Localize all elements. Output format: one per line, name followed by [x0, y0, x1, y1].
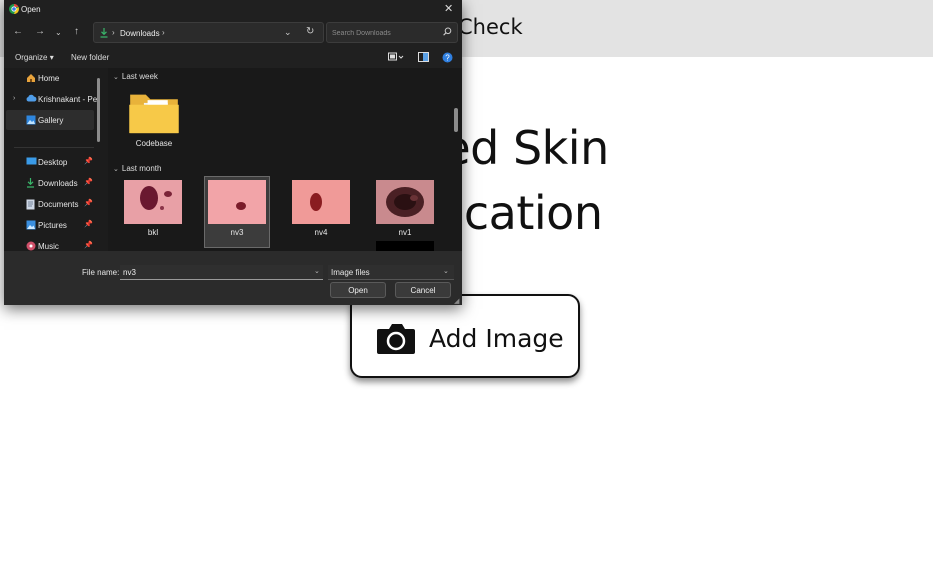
chevron-down-icon: ⌄: [443, 268, 449, 275]
up-arrow-icon[interactable]: ↑: [74, 26, 79, 37]
chrome-app-icon: [9, 4, 19, 14]
address-dropdown-chevron-icon[interactable]: ⌄: [284, 27, 292, 38]
dialog-footer: File name: ⌄ Image files ⌄ Open Cancel ◢: [4, 251, 462, 305]
file-name-label: nv4: [314, 228, 328, 237]
file-name-label: bkl: [147, 228, 159, 237]
pin-icon: 📌: [84, 200, 93, 207]
skin-lesion-thumbnail: [292, 180, 350, 224]
expand-chevron-icon[interactable]: ›: [13, 95, 15, 102]
navigation-pane: Home › Krishnakant - Pe Gallery Desktop …: [4, 68, 108, 251]
sidebar-item-onedrive[interactable]: › Krishnakant - Pe: [4, 89, 98, 109]
sidebar-item-documents[interactable]: Documents 📌: [4, 194, 94, 214]
sidebar-item-downloads[interactable]: Downloads 📌: [4, 173, 94, 193]
cloud-icon: [26, 94, 37, 102]
file-name-label: File name:: [82, 268, 120, 277]
help-icon[interactable]: ?: [442, 52, 453, 65]
skin-lesion-thumbnail: [376, 180, 434, 224]
pin-icon: 📌: [84, 221, 93, 228]
group-header-last-month[interactable]: ⌄ Last month: [113, 164, 161, 173]
preview-pane-icon[interactable]: [418, 52, 429, 64]
recent-locations-chevron-icon[interactable]: ⌄: [55, 28, 62, 37]
add-image-label: Add Image: [429, 324, 564, 353]
sidebar-item-label: Home: [38, 74, 60, 83]
search-input[interactable]: [330, 26, 444, 41]
refresh-icon[interactable]: ↻: [306, 26, 314, 37]
file-item-nv1[interactable]: nv1: [373, 177, 437, 247]
file-list-view: ⌄ Last week Codebase ⌄ Last month bkl nv…: [108, 68, 462, 251]
sidebar-item-label: Desktop: [38, 158, 68, 167]
music-icon: [26, 241, 36, 251]
search-box[interactable]: [326, 22, 458, 43]
cancel-button[interactable]: Cancel: [395, 282, 451, 298]
breadcrumb-chevron-icon: ›: [162, 28, 165, 37]
new-folder-button[interactable]: New folder: [71, 53, 109, 62]
file-item-nv3[interactable]: nv3: [204, 176, 270, 248]
dialog-title: Open: [21, 5, 41, 14]
add-image-button[interactable]: Add Image: [350, 294, 580, 378]
pin-icon: 📌: [84, 242, 93, 249]
address-path[interactable]: Downloads: [120, 29, 160, 38]
download-icon: [100, 28, 108, 38]
sidebar-item-label: Gallery: [38, 116, 64, 125]
file-name-label: nv3: [230, 228, 244, 237]
skin-lesion-thumbnail: [124, 180, 182, 224]
documents-icon: [26, 199, 35, 210]
file-type-value: Image files: [331, 268, 370, 277]
organize-menu[interactable]: Organize ▾: [15, 53, 54, 62]
sidebar-divider: [14, 147, 94, 148]
content-scrollbar[interactable]: [454, 108, 458, 132]
sidebar-item-label: Pictures: [38, 221, 67, 230]
folder-icon: [129, 94, 179, 134]
app-title: Check: [458, 15, 523, 39]
back-arrow-icon[interactable]: ←: [13, 26, 23, 37]
file-type-select[interactable]: Image files ⌄: [328, 265, 454, 280]
address-bar[interactable]: › Downloads › ⌄ ↻: [93, 22, 324, 43]
sidebar-item-label: Music: [38, 242, 59, 251]
sidebar-item-home[interactable]: Home: [4, 68, 94, 88]
forward-arrow-icon[interactable]: →: [35, 26, 45, 37]
next-row-thumbnail: [376, 241, 434, 251]
skin-lesion-thumbnail: [208, 180, 266, 224]
dialog-toolbar: Organize ▾ New folder ?: [4, 48, 462, 68]
file-name-input[interactable]: [120, 265, 323, 280]
search-icon: [443, 27, 452, 36]
breadcrumb-chevron-icon: ›: [112, 28, 115, 37]
group-title: Last week: [121, 72, 158, 81]
sidebar-item-label: Krishnakant - Pe: [38, 95, 98, 104]
file-item-codebase[interactable]: Codebase: [122, 88, 186, 158]
pictures-icon: [26, 220, 36, 230]
pin-icon: 📌: [84, 179, 93, 186]
group-title: Last month: [121, 164, 162, 173]
view-options-icon[interactable]: [388, 52, 404, 64]
file-item-nv4[interactable]: nv4: [289, 177, 353, 247]
resize-grip-icon[interactable]: ◢: [454, 297, 459, 305]
sidebar-item-label: Documents: [38, 200, 79, 209]
file-item-bkl[interactable]: bkl: [121, 177, 185, 247]
home-icon: [27, 74, 35, 82]
file-name-label: nv1: [398, 228, 412, 237]
close-icon[interactable]: ✕: [444, 2, 453, 15]
dialog-titlebar[interactable]: Open ✕: [4, 0, 462, 19]
file-name-dropdown-chevron-icon[interactable]: ⌄: [314, 267, 320, 275]
sidebar-item-desktop[interactable]: Desktop 📌: [4, 152, 94, 172]
group-header-last-week[interactable]: ⌄ Last week: [113, 72, 158, 81]
desktop-icon: [26, 157, 37, 165]
navigation-bar: ← → ⌄ ↑ › Downloads › ⌄ ↻: [4, 20, 462, 46]
gallery-icon: [26, 115, 36, 125]
organize-label: Organize: [15, 53, 48, 62]
camera-icon: [377, 324, 415, 354]
svg-text:?: ?: [445, 53, 450, 62]
open-button[interactable]: Open: [330, 282, 386, 298]
sidebar-item-pictures[interactable]: Pictures 📌: [4, 215, 94, 235]
sidebar-scrollbar[interactable]: [97, 78, 100, 142]
sidebar-item-label: Downloads: [38, 179, 78, 188]
collapse-chevron-icon: ⌄: [113, 166, 119, 173]
file-name-label: Codebase: [135, 139, 173, 148]
pin-icon: 📌: [84, 158, 93, 165]
sidebar-item-gallery[interactable]: Gallery: [6, 110, 94, 130]
collapse-chevron-icon: ⌄: [113, 74, 119, 81]
download-icon: [27, 178, 34, 188]
open-file-dialog: Open ✕ ← → ⌄ ↑ › Downloads › ⌄ ↻ Organiz…: [4, 0, 462, 305]
